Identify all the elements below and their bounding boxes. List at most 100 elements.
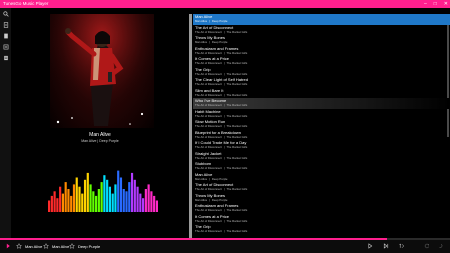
visualizer-bar bbox=[97, 189, 100, 212]
playlist-item-artist: The Rocket Girls bbox=[226, 29, 248, 34]
playlist-item[interactable]: The Grip The Art of Disconnect | The Rocket… bbox=[193, 224, 450, 235]
playlist-item-subtitle: The Art of Disconnect | The Rocket Girls bbox=[195, 93, 450, 97]
playlist-item[interactable]: Man Alive Man Alive | Deep Purple bbox=[193, 14, 450, 25]
search-icon[interactable] bbox=[0, 8, 11, 19]
playlist-item[interactable]: Slim and Bare It The Art of Disconnect | Th… bbox=[193, 88, 450, 99]
visualizer-bar bbox=[78, 186, 81, 212]
playlist-item-album: The Art of Disconnect bbox=[195, 113, 222, 118]
playlist-item[interactable]: The Art of Disconnect The Art of Disconne… bbox=[193, 182, 450, 193]
separator: | bbox=[223, 82, 225, 86]
visualizer-bar bbox=[153, 195, 156, 212]
panel-divider bbox=[189, 14, 192, 238]
visualizer-bar bbox=[147, 184, 150, 212]
visualizer-bar bbox=[155, 200, 158, 212]
close-button[interactable]: ✕ bbox=[444, 0, 448, 8]
separator: | bbox=[209, 176, 210, 181]
playlist-item-album: The Art of Disconnect bbox=[195, 166, 222, 170]
playlist-item-album: The Art of Disconnect bbox=[195, 218, 222, 223]
visualizer-bar bbox=[111, 193, 114, 212]
playlist-item-artist: The Rocket Girls bbox=[226, 113, 248, 118]
playlist-item-subtitle: The Art of Disconnect | The Rocket Girls bbox=[195, 208, 450, 212]
playlist-item-album: The Art of Disconnect bbox=[195, 50, 222, 55]
playlist-item-album: Man Alive bbox=[195, 40, 208, 44]
playlist-item-subtitle: Man Alive | Deep Purple bbox=[195, 177, 450, 181]
playlist-item-subtitle: The Art of Disconnect | The Rocket Girls bbox=[195, 135, 450, 139]
playlist-item[interactable]: Stubborn The Art of Disconnect | The Rocket… bbox=[193, 161, 450, 172]
minimize-button[interactable]: – bbox=[424, 0, 427, 8]
play-icon[interactable] bbox=[367, 243, 373, 249]
separator: | bbox=[223, 61, 225, 65]
playlist-item-artist: The Rocket Girls bbox=[226, 166, 248, 170]
star-icon[interactable] bbox=[43, 243, 49, 249]
star-icon[interactable] bbox=[69, 243, 75, 249]
repeat-icon[interactable] bbox=[399, 243, 405, 249]
maximize-button[interactable]: □ bbox=[434, 0, 437, 8]
visualizer-bar bbox=[125, 191, 128, 212]
volume-icon[interactable] bbox=[438, 243, 444, 249]
visualizer-bar bbox=[108, 186, 111, 212]
progress-bar[interactable] bbox=[0, 238, 450, 240]
playlist-item[interactable]: If I Could Trade Me for a Day The Art of … bbox=[193, 140, 450, 151]
playlist-item[interactable]: The Grip The Art of Disconnect | The Rocket… bbox=[193, 67, 450, 78]
player-bar: Man Alive Man Alive Deep Purple bbox=[0, 238, 450, 253]
playlist-item[interactable]: It Comes at a Price The Art of Disconnect… bbox=[193, 56, 450, 67]
separator: | bbox=[223, 218, 225, 223]
playlist-item-artist: Deep Purple bbox=[211, 40, 228, 44]
playlist-item-artist: The Rocket Girls bbox=[226, 71, 248, 76]
separator: | bbox=[223, 50, 225, 55]
separator: | bbox=[223, 155, 225, 160]
playlist-item-album: The Art of Disconnect bbox=[195, 208, 222, 212]
playlist-item[interactable]: Habit Machine The Art of Disconnect | The R… bbox=[193, 109, 450, 120]
playlist-item[interactable]: The Art of Disconnect The Art of Disconne… bbox=[193, 25, 450, 36]
playlist-item[interactable]: Blueprint for a Breakdown The Art of Disc… bbox=[193, 130, 450, 141]
title-bar: TunesGo Music Player – □ ✕ bbox=[0, 0, 450, 8]
playlist-item-artist: The Rocket Girls bbox=[226, 124, 248, 128]
playlist-icon[interactable] bbox=[0, 41, 11, 52]
visualizer-bar bbox=[130, 172, 134, 212]
playlist-item[interactable]: Enthusiasm and Frames The Art of Disconne… bbox=[193, 203, 450, 214]
playlist-item[interactable]: Man Alive Man Alive | Deep Purple bbox=[193, 172, 450, 183]
visualizer-bar bbox=[144, 189, 147, 212]
visualizer-bar bbox=[67, 189, 70, 212]
playlist-item[interactable]: Straight Jacket The Art of Disconnect | The… bbox=[193, 151, 450, 162]
visualizer-bar bbox=[100, 182, 103, 212]
separator: | bbox=[209, 19, 210, 23]
visualizer-bar bbox=[133, 179, 136, 212]
document-icon[interactable] bbox=[0, 19, 11, 30]
playlist-item-subtitle: The Art of Disconnect | The Rocket Girls bbox=[195, 82, 450, 86]
playlist-item-album: The Art of Disconnect bbox=[195, 29, 222, 34]
now-playing-subtitle: Man Alive | Deep Purple bbox=[11, 139, 189, 143]
playlist-item[interactable]: Throw My Bones Man Alive | Deep Purple bbox=[193, 35, 450, 46]
separator: | bbox=[223, 166, 225, 170]
playlist-item-album: The Art of Disconnect bbox=[195, 103, 222, 107]
page-icon[interactable] bbox=[0, 30, 11, 41]
playlist-item-subtitle: Man Alive | Deep Purple bbox=[195, 198, 450, 202]
playlist-item[interactable]: The Clear Light of Self Hatred The Art of… bbox=[193, 77, 450, 88]
visualizer-bar bbox=[89, 184, 92, 212]
separator: | bbox=[209, 197, 210, 202]
playlist-item[interactable]: Slow Motion Run The Art of Disconnect | The… bbox=[193, 119, 450, 130]
visualizer-bar bbox=[64, 182, 67, 212]
playlist-item-subtitle: The Art of Disconnect | The Rocket Girls bbox=[195, 166, 450, 170]
playlist-item[interactable]: Who I've Become The Art of Disconnect | The… bbox=[193, 98, 450, 109]
visualizer-bar bbox=[119, 177, 123, 212]
album-art bbox=[50, 14, 154, 128]
shuffle-icon[interactable] bbox=[424, 243, 430, 249]
playlist-item[interactable]: Enthusiasm and Frames The Art of Disconne… bbox=[193, 46, 450, 57]
star-icon[interactable] bbox=[16, 243, 22, 249]
player-album: Man Alive bbox=[52, 244, 70, 249]
visualizer-bar bbox=[95, 195, 98, 212]
playlist-item[interactable]: Throw My Bones Man Alive | Deep Purple bbox=[193, 193, 450, 204]
playlist-item-artist: Deep Purple bbox=[211, 19, 228, 23]
list-icon[interactable] bbox=[0, 52, 11, 63]
playlist-item-artist: The Rocket Girls bbox=[226, 134, 248, 139]
now-playing-album: Man Alive bbox=[81, 139, 97, 143]
separator: | bbox=[223, 71, 225, 76]
playlist-item-artist: The Rocket Girls bbox=[226, 187, 248, 191]
visualizer-bar bbox=[139, 193, 142, 212]
skip-next-icon[interactable] bbox=[383, 243, 389, 249]
playlist-item-subtitle: The Art of Disconnect | The Rocket Girls bbox=[195, 229, 450, 233]
playlist-item-subtitle: The Art of Disconnect | The Rocket Girls bbox=[195, 124, 450, 128]
playlist-item[interactable]: It Comes at a Price The Art of Disconnect… bbox=[193, 214, 450, 225]
visualizer-bar bbox=[114, 184, 117, 212]
